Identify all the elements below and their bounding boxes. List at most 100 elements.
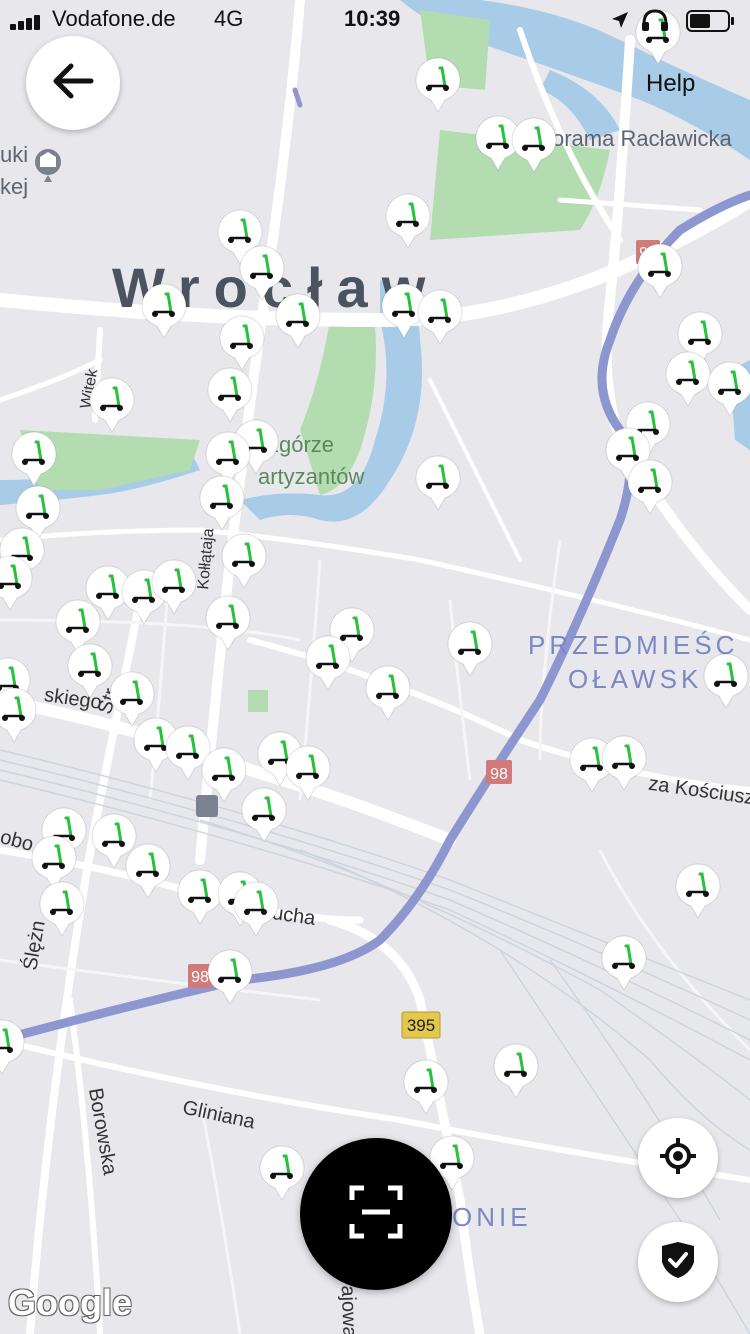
scooter-marker[interactable] [600, 734, 648, 792]
carrier-label: Vodafone.de [52, 6, 176, 31]
district-label: OŁAWSK [568, 664, 703, 694]
scooter-icon [207, 949, 253, 1005]
google-attribution: Google [8, 1282, 132, 1323]
locate-me-button[interactable] [638, 1118, 718, 1198]
scooter-icon [637, 243, 683, 299]
scooter-icon [703, 653, 749, 709]
scooter-icon [305, 635, 351, 691]
scooter-marker[interactable] [284, 744, 332, 802]
scooter-marker[interactable] [274, 292, 322, 350]
scooter-marker[interactable] [492, 1042, 540, 1100]
scooter-icon [675, 863, 721, 919]
scooter-marker[interactable] [150, 558, 198, 616]
scooter-marker[interactable] [10, 430, 58, 488]
scooter-icon [403, 1059, 449, 1115]
scooter-icon [601, 735, 647, 791]
poi-label: uki [0, 142, 29, 167]
scooter-marker[interactable] [304, 634, 352, 692]
scooter-marker[interactable] [66, 642, 114, 700]
arrow-left-icon [51, 61, 95, 106]
map-screen: 98 98 98 395 Wrocław PRZEDMIEŚC OŁAWSK O… [0, 0, 750, 1334]
scooter-marker[interactable] [220, 532, 268, 590]
scooter-marker[interactable] [702, 652, 750, 710]
scooter-marker[interactable] [706, 360, 750, 418]
scooter-icon [415, 455, 461, 511]
poi-label: orama Racławicka [552, 126, 732, 151]
location-arrow-icon [610, 10, 630, 35]
scooter-icon [205, 595, 251, 651]
scooter-icon [233, 881, 279, 937]
scooter-icon [241, 787, 287, 843]
scooter-icon [627, 459, 673, 515]
scooter-marker[interactable] [88, 376, 136, 434]
scooter-icon [285, 745, 331, 801]
scooter-marker[interactable] [626, 458, 674, 516]
scooter-marker[interactable] [402, 1058, 450, 1116]
scooter-marker[interactable] [0, 1018, 26, 1076]
scooter-marker[interactable] [416, 288, 464, 346]
route-badge-text: 395 [407, 1016, 435, 1035]
scooter-icon [0, 1019, 25, 1075]
scooter-marker[interactable] [124, 842, 172, 900]
scooter-icon [415, 57, 461, 113]
scooter-icon [385, 193, 431, 249]
scooter-icon [447, 621, 493, 677]
route-badge-text: 98 [490, 766, 508, 783]
scooter-marker[interactable] [364, 664, 412, 722]
scooter-icon [511, 117, 557, 173]
shield-check-icon [660, 1240, 696, 1285]
scooter-icon [151, 559, 197, 615]
scooter-icon [39, 881, 85, 937]
scooter-icon [417, 289, 463, 345]
scooter-marker[interactable] [206, 948, 254, 1006]
scooter-icon [0, 687, 37, 743]
scooter-marker[interactable] [510, 116, 558, 174]
scooter-marker[interactable] [38, 880, 86, 938]
help-link[interactable]: Help [646, 70, 695, 98]
scooter-marker[interactable] [198, 474, 246, 532]
clock: 10:39 [344, 6, 401, 31]
scooter-icon [125, 843, 171, 899]
scooter-marker[interactable] [140, 282, 188, 340]
scooter-icon [493, 1043, 539, 1099]
scooter-marker[interactable] [232, 880, 280, 938]
scooter-icon [199, 475, 245, 531]
scooter-marker[interactable] [0, 554, 34, 612]
scooter-icon [141, 283, 187, 339]
district-label: ONIE [452, 1202, 532, 1232]
status-bar: Vodafone.de 4G 10:39 [0, 0, 750, 40]
scooter-marker[interactable] [0, 686, 38, 744]
scooter-marker[interactable] [446, 620, 494, 678]
battery-icon [686, 10, 736, 37]
scooter-marker[interactable] [636, 242, 684, 300]
scooter-icon [365, 665, 411, 721]
scan-button[interactable] [300, 1138, 452, 1290]
poi-label: kej [0, 174, 29, 199]
scooter-icon [221, 533, 267, 589]
safety-button[interactable] [638, 1222, 718, 1302]
scooter-icon [275, 293, 321, 349]
scooter-marker[interactable] [674, 862, 722, 920]
scooter-marker[interactable] [414, 56, 462, 114]
scooter-marker[interactable] [240, 786, 288, 844]
scooter-marker[interactable] [206, 366, 254, 424]
scooter-marker[interactable] [258, 1144, 306, 1202]
network-label: 4G [214, 6, 244, 31]
scooter-icon [601, 935, 647, 991]
scooter-marker[interactable] [600, 934, 648, 992]
signal-strength-icon [10, 14, 46, 30]
scooter-marker[interactable] [204, 594, 252, 652]
scooter-icon [89, 377, 135, 433]
scooter-marker[interactable] [384, 192, 432, 250]
scooter-icon [67, 643, 113, 699]
scooter-marker[interactable] [218, 314, 266, 372]
scooter-icon [207, 367, 253, 423]
back-button[interactable] [26, 36, 120, 130]
scooter-marker[interactable] [414, 454, 462, 512]
scooter-icon [0, 555, 33, 611]
scooter-icon [259, 1145, 305, 1201]
crosshair-icon [658, 1136, 698, 1181]
scooter-icon [219, 315, 265, 371]
scooter-icon [11, 431, 57, 487]
scooter-icon [707, 361, 750, 417]
